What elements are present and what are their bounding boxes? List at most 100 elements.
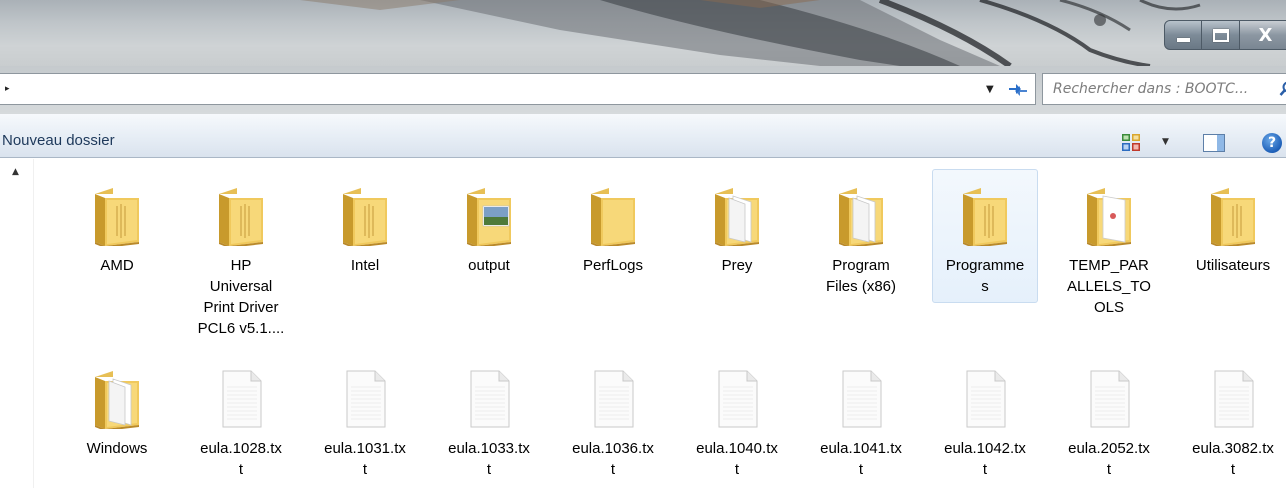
- folder-item[interactable]: PerfLogs: [560, 169, 666, 277]
- minimize-button[interactable]: [1164, 20, 1202, 50]
- title-bar-background: [300, 0, 1201, 66]
- item-label-line: ALLELS_TO: [1067, 278, 1151, 295]
- folder-item[interactable]: output: [436, 169, 542, 277]
- item-label-line: eula.1041.tx: [820, 440, 902, 457]
- change-view-icon[interactable]: [1122, 134, 1140, 151]
- item-label: Prey: [687, 255, 787, 276]
- text-file-icon: [1090, 370, 1130, 428]
- item-label: eula.3082.tx t: [1183, 438, 1283, 480]
- folder-icon: [839, 188, 883, 246]
- item-label: eula.2052.tx t: [1059, 438, 1159, 480]
- folder-icon: [219, 188, 263, 246]
- item-label-line: Universal: [209, 278, 273, 295]
- folder-item[interactable]: HP Universal Print Driver PCL6 v5.1....: [188, 169, 294, 340]
- item-label-line: t: [362, 461, 368, 478]
- maximize-button[interactable]: [1202, 20, 1240, 50]
- item-label-line: t: [238, 461, 244, 478]
- file-item[interactable]: eula.1041.tx t: [808, 352, 914, 481]
- text-file-icon: [842, 370, 882, 428]
- item-label-line: t: [1106, 461, 1112, 478]
- item-label-line: eula.2052.tx: [1068, 440, 1150, 457]
- item-label-line: Utilisateurs: [1195, 257, 1271, 274]
- item-label-line: PerfLogs: [582, 257, 644, 274]
- item-label-line: eula.1042.tx: [944, 440, 1026, 457]
- folder-item[interactable]: Programme s: [932, 169, 1038, 303]
- item-label-line: eula.1031.tx: [324, 440, 406, 457]
- folder-item[interactable]: AMD: [64, 169, 170, 277]
- close-icon: X: [1258, 24, 1273, 46]
- item-label-line: Programme: [945, 257, 1025, 274]
- folder-item[interactable]: TEMP_PAR ALLELS_TO OLS: [1056, 169, 1162, 319]
- item-label-line: Program: [832, 257, 890, 274]
- item-label-line: eula.3082.tx: [1192, 440, 1274, 457]
- folder-icon: [963, 188, 1007, 246]
- item-label: eula.1042.tx t: [935, 438, 1035, 480]
- item-label: HP Universal Print Driver PCL6 v5.1....: [191, 255, 291, 339]
- navigation-bar: ▸ ▼: [0, 66, 1286, 114]
- item-label: eula.1040.tx t: [687, 438, 787, 480]
- item-label-line: eula.1028.tx: [200, 440, 282, 457]
- folder-icon: [95, 371, 139, 429]
- address-bar[interactable]: ▸ ▼: [0, 73, 1036, 105]
- maximize-icon: [1212, 28, 1229, 42]
- item-label: eula.1041.tx t: [811, 438, 911, 480]
- item-label-line: Print Driver: [203, 299, 279, 316]
- item-label: Programme s: [935, 255, 1035, 297]
- item-label-line: t: [982, 461, 988, 478]
- scroll-up-icon[interactable]: ▲: [12, 167, 19, 177]
- refresh-icon[interactable]: [1006, 80, 1030, 100]
- view-options-dropdown-icon[interactable]: ▼: [1162, 137, 1169, 147]
- file-view: ▲ AMD HP Universal Print Driver PCL6 v5.1..…: [0, 159, 1286, 488]
- text-file-icon: [470, 370, 510, 428]
- file-item[interactable]: eula.1031.tx t: [312, 352, 418, 481]
- file-item[interactable]: eula.1040.tx t: [684, 352, 790, 481]
- text-file-icon: [718, 370, 758, 428]
- item-label: Program Files (x86): [811, 255, 911, 297]
- file-item[interactable]: eula.1036.tx t: [560, 352, 666, 481]
- item-label-line: t: [486, 461, 492, 478]
- help-icon[interactable]: ?: [1262, 133, 1282, 153]
- file-item[interactable]: eula.1042.tx t: [932, 352, 1038, 481]
- item-label-line: eula.1033.tx: [448, 440, 530, 457]
- item-label: eula.1036.tx t: [563, 438, 663, 480]
- breadcrumb-arrow-icon[interactable]: ▸: [5, 84, 10, 94]
- folder-item[interactable]: Program Files (x86): [808, 169, 914, 298]
- item-label-line: t: [858, 461, 864, 478]
- folder-item[interactable]: Utilisateurs: [1180, 169, 1286, 277]
- text-file-icon: [1214, 370, 1254, 428]
- new-folder-button[interactable]: Nouveau dossier: [2, 132, 115, 149]
- item-label-line: eula.1040.tx: [696, 440, 778, 457]
- item-label-line: Windows: [86, 440, 148, 457]
- file-item[interactable]: eula.1028.tx t: [188, 352, 294, 481]
- file-item[interactable]: eula.3082.tx t: [1180, 352, 1286, 481]
- item-label: output: [439, 255, 539, 276]
- search-input[interactable]: [1043, 74, 1275, 104]
- folder-item[interactable]: Intel: [312, 169, 418, 277]
- folder-item[interactable]: Prey: [684, 169, 790, 277]
- window-controls: X: [1164, 20, 1286, 50]
- address-dropdown-icon[interactable]: ▼: [986, 84, 994, 95]
- item-label-line: eula.1036.tx: [572, 440, 654, 457]
- close-button[interactable]: X: [1240, 20, 1286, 50]
- item-label: Utilisateurs: [1183, 255, 1283, 276]
- command-bar: Nouveau dossier ▼ ?: [0, 114, 1286, 158]
- item-label-line: t: [610, 461, 616, 478]
- file-item[interactable]: eula.2052.tx t: [1056, 352, 1162, 481]
- item-label-line: OLS: [1093, 299, 1124, 316]
- folder-icon: [95, 188, 139, 246]
- search-icon[interactable]: [1279, 81, 1286, 97]
- item-label-line: TEMP_PAR: [1069, 257, 1149, 274]
- item-label-line: Intel: [350, 257, 380, 274]
- item-label: eula.1033.tx t: [439, 438, 539, 480]
- item-label: PerfLogs: [563, 255, 663, 276]
- text-file-icon: [346, 370, 386, 428]
- file-item[interactable]: eula.1033.tx t: [436, 352, 542, 481]
- item-label: TEMP_PAR ALLELS_TO OLS: [1059, 255, 1159, 318]
- item-label: AMD: [67, 255, 167, 276]
- folder-icon: [591, 188, 635, 246]
- preview-pane-icon[interactable]: [1203, 134, 1225, 152]
- item-label-line: Files (x86): [825, 278, 896, 295]
- folder-item[interactable]: Windows: [64, 352, 170, 460]
- folder-icon: [715, 188, 759, 246]
- vertical-scrollbar[interactable]: ▲: [0, 159, 34, 488]
